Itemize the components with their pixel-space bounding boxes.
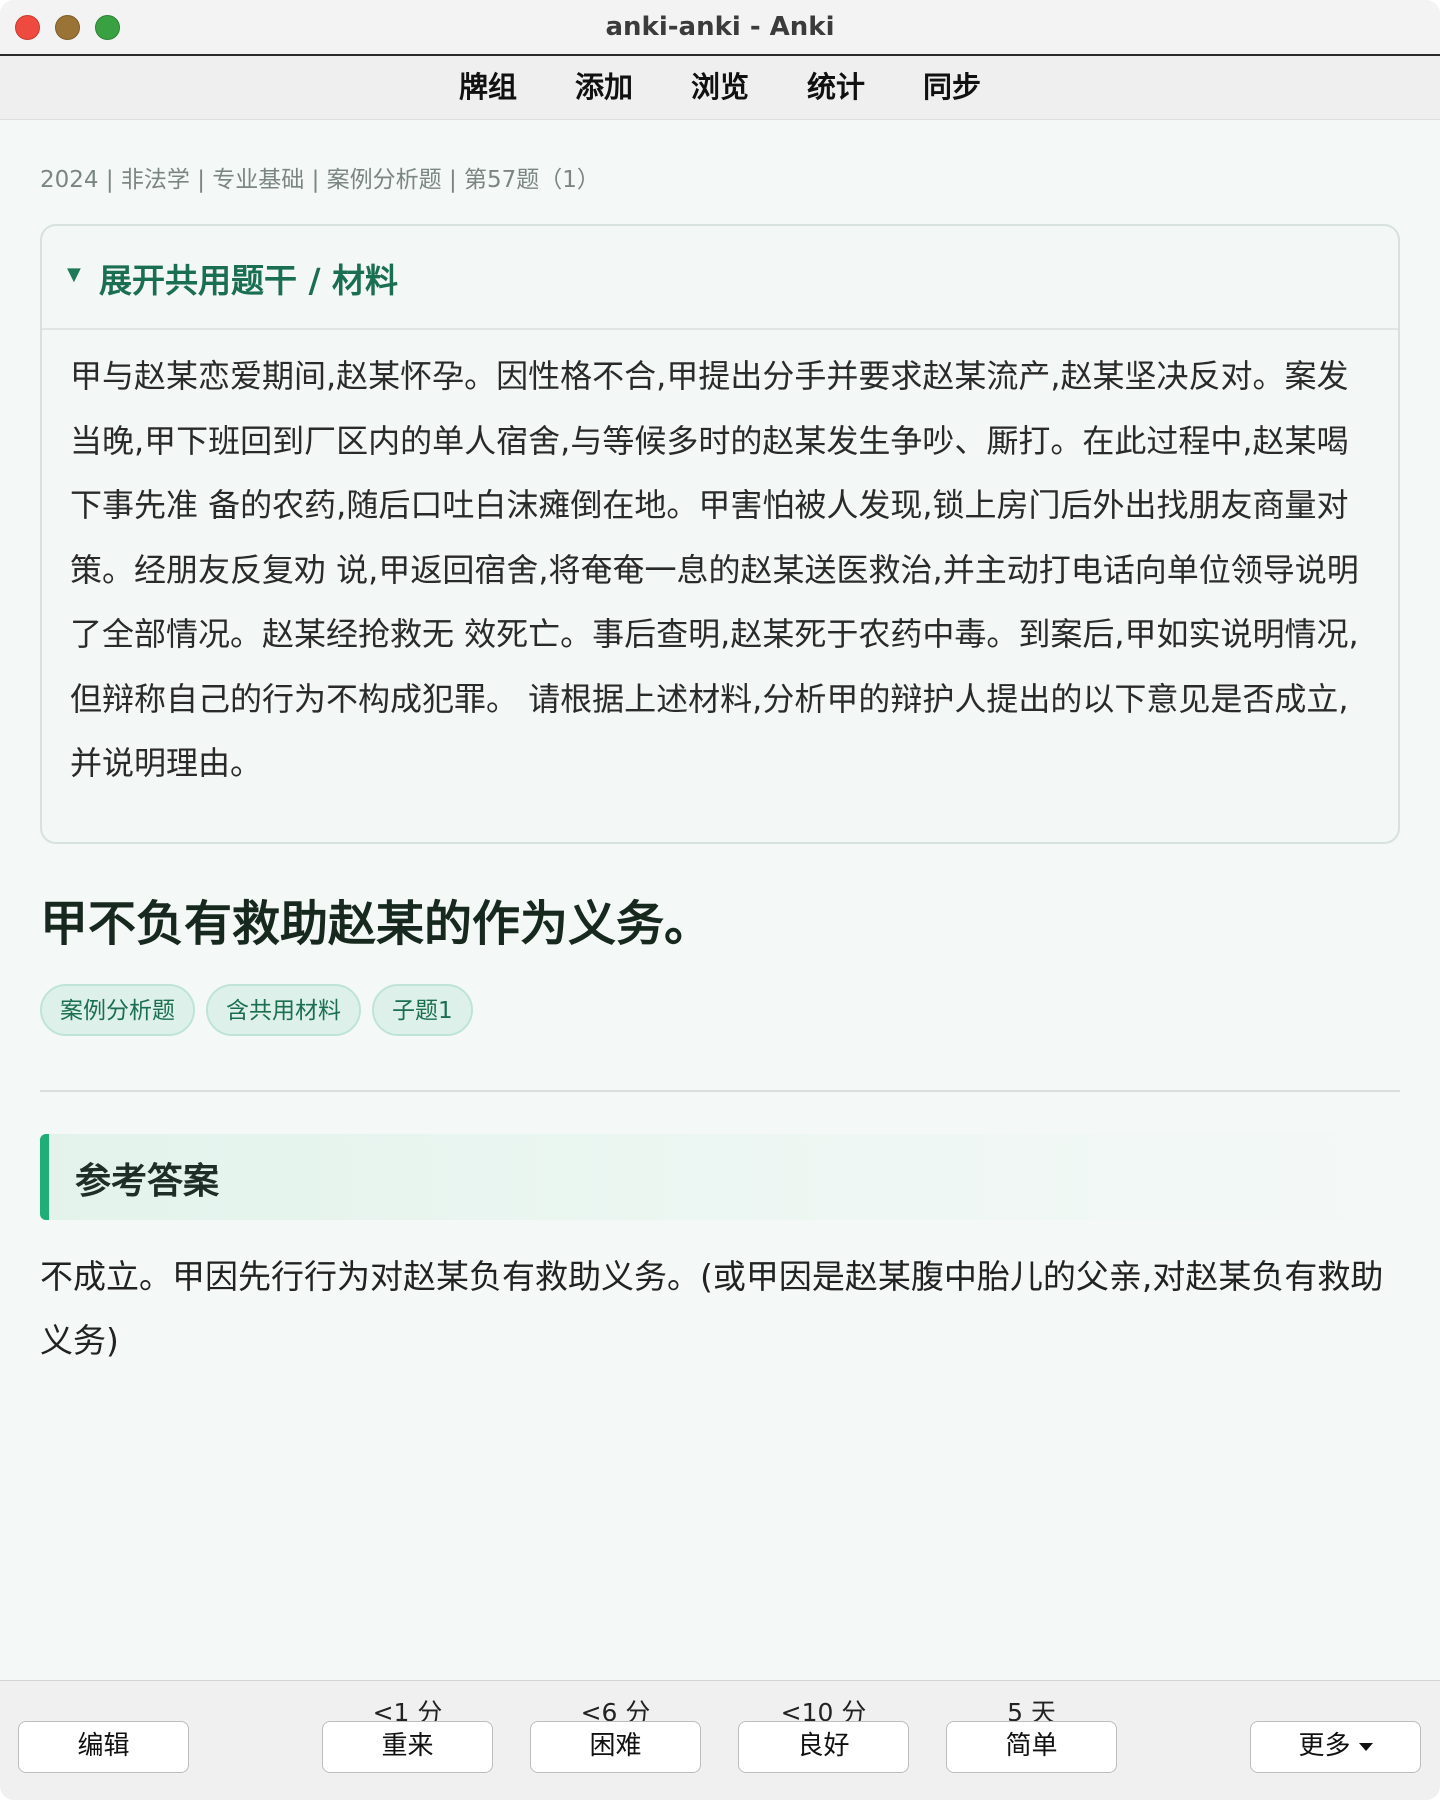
- disclosure-triangle-icon: ▼: [67, 264, 81, 285]
- toolbar-stats[interactable]: 统计: [807, 56, 865, 120]
- tag-subquestion: 子题1: [372, 984, 473, 1036]
- tag-shared-material: 含共用材料: [206, 984, 361, 1036]
- breadcrumb: 2024 | 非法学 | 专业基础 | 案例分析题 | 第57题（1）: [40, 167, 600, 193]
- easy-button[interactable]: 简单: [946, 1721, 1117, 1773]
- tag-case-analysis: 案例分析题: [40, 984, 195, 1036]
- answer-heading-bar: 参考答案: [40, 1134, 1400, 1220]
- title-bar: anki-anki - Anki: [0, 0, 1440, 56]
- window-title: anki-anki - Anki: [605, 12, 835, 42]
- shared-material-panel: ▼ 展开共用题干 / 材料 甲与赵某恋爱期间,赵某怀孕。因性格不合,甲提出分手并…: [40, 224, 1400, 844]
- answer-divider: [40, 1090, 1400, 1092]
- toolbar-sync[interactable]: 同步: [923, 56, 981, 120]
- edit-button[interactable]: 编辑: [18, 1721, 189, 1773]
- more-button-label: 更多: [1298, 1731, 1351, 1761]
- answer-text: 不成立。甲因先行行为对赵某负有救助义务。(或甲因是赵某腹中胎儿的父亲,对赵某负有…: [40, 1257, 1384, 1360]
- material-toggle-label: 展开共用题干 / 材料: [99, 261, 399, 300]
- toolbar-decks[interactable]: 牌组: [459, 56, 517, 120]
- toolbar-add[interactable]: 添加: [575, 56, 633, 120]
- more-button[interactable]: 更多: [1250, 1721, 1421, 1773]
- anki-window: anki-anki - Anki 牌组 添加 浏览 统计 同步 2024 | 非…: [0, 0, 1440, 1800]
- caret-down-icon: [1358, 1742, 1373, 1751]
- tag-list: 案例分析题 含共用材料 子题1: [40, 984, 484, 1036]
- review-bottom-bar: 编辑 <1 分 重来 <6 分 困难 <10 分 良好 5 天 简单 更多: [0, 1680, 1440, 1800]
- material-text: 甲与赵某恋爱期间,赵某怀孕。因性格不合,甲提出分手并要求赵某流产,赵某坚决反对。…: [70, 357, 1359, 782]
- hard-button[interactable]: 困难: [530, 1721, 701, 1773]
- material-toggle[interactable]: ▼ 展开共用题干 / 材料: [42, 226, 1398, 330]
- question-text: 甲不负有救助赵某的作为义务。: [40, 896, 713, 952]
- answer-heading: 参考答案: [75, 1161, 220, 1202]
- good-button[interactable]: 良好: [738, 1721, 909, 1773]
- again-button[interactable]: 重来: [322, 1721, 493, 1773]
- toolbar-browse[interactable]: 浏览: [691, 56, 749, 120]
- main-toolbar: 牌组 添加 浏览 统计 同步: [0, 56, 1440, 120]
